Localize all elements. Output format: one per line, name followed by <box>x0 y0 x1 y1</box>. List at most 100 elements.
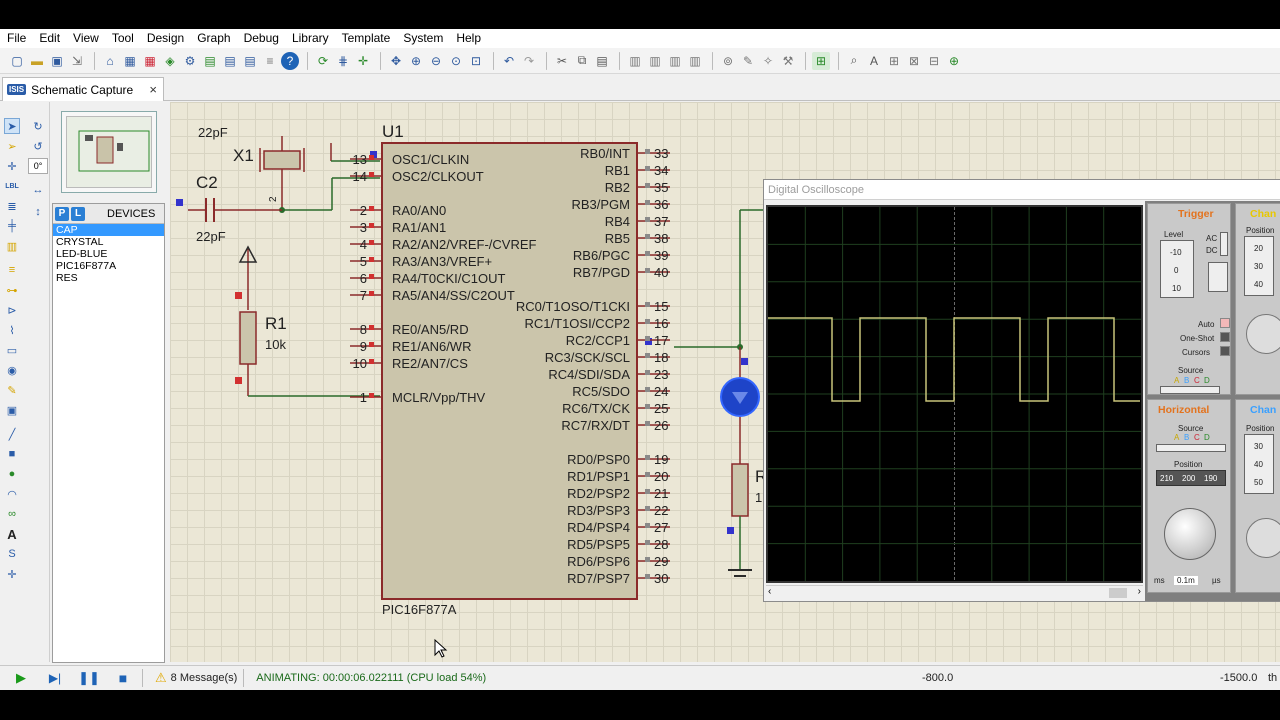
block-move-icon[interactable]: ▥ <box>646 52 664 70</box>
buses-icon[interactable]: ╪ <box>4 218 20 234</box>
menu-design[interactable]: Design <box>142 29 192 48</box>
channel-b-knob[interactable] <box>1246 518 1280 558</box>
pan-icon[interactable]: ✥ <box>387 52 405 70</box>
pick-device-icon[interactable]: ⊚ <box>719 52 737 70</box>
isis-icon[interactable]: ▦ <box>121 52 139 70</box>
device-item-cap[interactable]: CAP <box>53 224 164 236</box>
menu-debug[interactable]: Debug <box>239 29 287 48</box>
origin-icon[interactable]: ✛ <box>354 52 372 70</box>
menu-help[interactable]: Help <box>451 29 489 48</box>
scroll-right-icon[interactable]: › <box>1138 586 1141 597</box>
symbol-icon[interactable]: S <box>4 546 20 562</box>
stop-button[interactable]: ■ <box>116 670 130 686</box>
gerber-icon[interactable]: ⚙ <box>181 52 199 70</box>
open-folder-icon[interactable]: ▬ <box>28 52 46 70</box>
overview-window[interactable] <box>61 111 157 193</box>
marker-icon[interactable]: ✛ <box>4 566 20 582</box>
menu-system[interactable]: System <box>398 29 451 48</box>
cut-icon[interactable]: ✂ <box>553 52 571 70</box>
circle-icon[interactable]: ● <box>4 466 20 482</box>
cursors-led[interactable] <box>1220 346 1230 356</box>
redo-icon[interactable]: ↷ <box>520 52 538 70</box>
menu-tool[interactable]: Tool <box>107 29 142 48</box>
device-item-res[interactable]: RES <box>53 272 164 284</box>
menu-template[interactable]: Template <box>337 29 399 48</box>
auto-led[interactable] <box>1220 318 1230 328</box>
help-icon[interactable]: ? <box>281 51 299 70</box>
grid-icon[interactable]: ⋕ <box>334 52 352 70</box>
device-pins-icon[interactable]: ⊶ <box>4 282 20 298</box>
exit-to-parent-icon[interactable]: ⊟ <box>925 52 943 70</box>
menu-graph[interactable]: Graph <box>192 29 238 48</box>
scroll-thumb[interactable] <box>1109 588 1127 598</box>
path-icon[interactable]: ∞ <box>4 506 20 522</box>
home-icon[interactable]: ⌂ <box>101 52 119 70</box>
terminals-icon[interactable]: ≡ <box>4 262 20 278</box>
selection-mode-icon[interactable]: ➤ <box>4 118 20 134</box>
menu-view[interactable]: View <box>68 29 107 48</box>
zoom-out-icon[interactable]: ⊖ <box>427 52 445 70</box>
text-script-icon[interactable]: ≣ <box>4 198 20 214</box>
save-icon[interactable]: ▣ <box>48 52 66 70</box>
packaging-icon[interactable]: ✧ <box>759 52 777 70</box>
component-mode-icon[interactable]: ➢ <box>4 138 20 154</box>
wire-autorouter-icon[interactable]: ⊞ <box>812 51 830 70</box>
mirror-y-icon[interactable]: ↕ <box>30 204 46 220</box>
zoom-all-icon[interactable]: ⊙ <box>447 52 465 70</box>
scroll-left-icon[interactable]: ‹ <box>768 586 771 597</box>
block-copy-icon[interactable]: ▥ <box>626 52 644 70</box>
close-icon[interactable]: × <box>149 82 157 97</box>
import-icon[interactable]: ⇲ <box>68 52 86 70</box>
pause-button[interactable]: ❚❚ <box>78 670 100 685</box>
paste-icon[interactable]: ▤ <box>593 52 611 70</box>
zoom-area-icon[interactable]: ⊡ <box>467 52 485 70</box>
make-device-icon[interactable]: ✎ <box>739 52 757 70</box>
trigger-source-b[interactable]: B <box>1184 376 1189 385</box>
script-icon[interactable]: ≡ <box>261 52 279 70</box>
trigger-source-d[interactable]: D <box>1204 376 1210 385</box>
ares-icon[interactable]: ▦ <box>141 52 159 70</box>
box-icon[interactable]: ■ <box>4 446 20 462</box>
menu-file[interactable]: File <box>2 29 34 48</box>
horizontal-source-a[interactable]: A <box>1174 433 1179 442</box>
digital-oscilloscope-window[interactable]: Digital Oscilloscope ‹ › Trigger Level -… <box>763 179 1280 602</box>
device-item-led-blue[interactable]: LED-BLUE <box>53 248 164 260</box>
play-button[interactable]: ▶ <box>14 670 28 685</box>
ac-dc-switch[interactable] <box>1220 232 1228 256</box>
junction-dot-icon[interactable]: ✛ <box>4 158 20 174</box>
subcircuit-icon[interactable]: ▥ <box>4 238 20 254</box>
copy-icon[interactable]: ⧉ <box>573 52 591 70</box>
tape-recorder-icon[interactable]: ⌇ <box>4 322 20 338</box>
rotate-ccw-icon[interactable]: ↺ <box>30 138 46 154</box>
graph-icon[interactable]: ⊳ <box>4 302 20 318</box>
tab-schematic-capture[interactable]: ISIS Schematic Capture × <box>2 77 164 101</box>
text-icon[interactable]: A <box>4 526 20 542</box>
horizontal-source-b[interactable]: B <box>1184 433 1189 442</box>
decompose-icon[interactable]: ⚒ <box>779 52 797 70</box>
remove-sheet-icon[interactable]: ⊠ <box>905 52 923 70</box>
undo-icon[interactable]: ↶ <box>500 52 518 70</box>
mirror-x-icon[interactable]: ↔ <box>30 182 46 198</box>
trigger-source-c[interactable]: C <box>1194 376 1200 385</box>
timebase-knob[interactable] <box>1164 508 1216 560</box>
menu-library[interactable]: Library <box>287 29 337 48</box>
messages-count[interactable]: 8 Message(s) <box>171 672 238 684</box>
device-item-crystal[interactable]: CRYSTAL <box>53 236 164 248</box>
menu-edit[interactable]: Edit <box>34 29 68 48</box>
wire-label-icon[interactable]: LBL <box>4 178 20 194</box>
step-button[interactable]: ▶| <box>48 671 62 685</box>
horizontal-source-slider[interactable] <box>1156 444 1226 452</box>
device-item-pic16f877a[interactable]: PIC16F877A <box>53 260 164 272</box>
3d-view-icon[interactable]: ◈ <box>161 52 179 70</box>
horizontal-source-c[interactable]: C <box>1194 433 1200 442</box>
voltage-probe-icon[interactable]: ◉ <box>4 362 20 378</box>
line-icon[interactable]: ╱ <box>4 426 20 442</box>
generator-icon[interactable]: ▭ <box>4 342 20 358</box>
virtual-instruments-icon[interactable]: ▣ <box>4 402 20 418</box>
trigger-edge-switch[interactable] <box>1208 262 1228 292</box>
oneshot-led[interactable] <box>1220 332 1230 342</box>
search-icon[interactable]: ⌕ <box>845 52 863 70</box>
bom-icon[interactable]: ▤ <box>201 52 219 70</box>
report-icon[interactable]: ▤ <box>221 52 239 70</box>
angle-field[interactable]: 0° <box>28 158 48 174</box>
